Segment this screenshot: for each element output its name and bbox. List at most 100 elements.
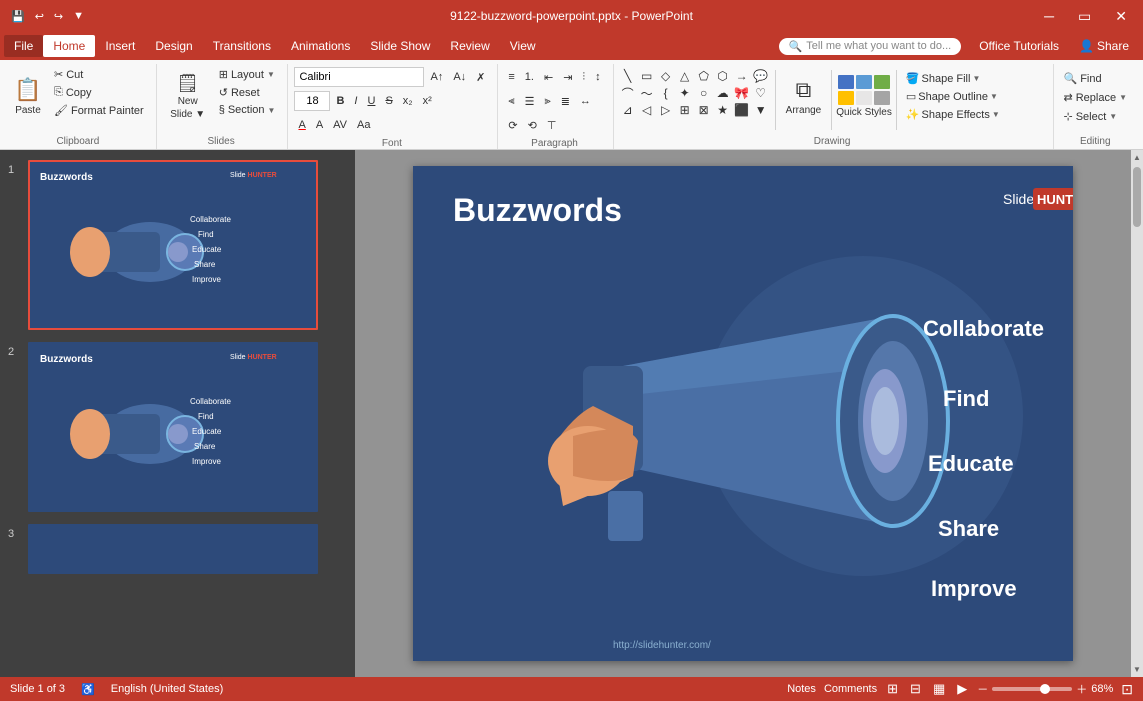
shape-callout-icon[interactable]: 💬 bbox=[753, 68, 769, 84]
scroll-up-button[interactable]: ▲ bbox=[1130, 150, 1143, 165]
vertical-scrollbar[interactable]: ▲ ▼ bbox=[1131, 150, 1143, 677]
view-slideshow-button[interactable]: ▶ bbox=[955, 679, 969, 699]
char-spacing-button[interactable]: AV bbox=[329, 118, 351, 132]
italic-button[interactable]: I bbox=[350, 94, 361, 108]
shape-extra6-icon[interactable]: ★ bbox=[715, 102, 731, 118]
align-left-button[interactable]: ⫷ bbox=[504, 94, 518, 109]
slide-thumbnail-2[interactable]: 2 Buzzwords Slide HUNTER Collaborate Fin… bbox=[4, 340, 351, 514]
replace-button[interactable]: ⇄ Replace ▼ bbox=[1060, 89, 1132, 106]
line-spacing-button[interactable]: ↕ bbox=[591, 70, 605, 84]
shape-extra2-icon[interactable]: ◁ bbox=[639, 102, 655, 118]
quick-style-5[interactable] bbox=[856, 91, 872, 105]
quick-style-2[interactable] bbox=[856, 75, 872, 89]
scroll-thumb[interactable] bbox=[1133, 167, 1141, 227]
slide-thumb-image-2[interactable]: Buzzwords Slide HUNTER Collaborate Find … bbox=[28, 342, 318, 512]
view-normal-button[interactable]: ⊞ bbox=[885, 679, 900, 699]
zoom-slider[interactable] bbox=[992, 687, 1072, 691]
menu-item-home[interactable]: Home bbox=[43, 35, 95, 57]
restore-button[interactable]: ▭ bbox=[1070, 6, 1099, 27]
menu-item-design[interactable]: Design bbox=[145, 35, 202, 57]
scroll-down-button[interactable]: ▼ bbox=[1130, 662, 1143, 677]
shape-triangle-icon[interactable]: △ bbox=[677, 68, 693, 84]
reset-button[interactable]: ↺ Reset bbox=[215, 84, 280, 101]
zoom-in-button[interactable]: ＋ bbox=[1076, 681, 1087, 697]
font-color-button[interactable]: A bbox=[294, 118, 309, 132]
align-right-button[interactable]: ⫸ bbox=[540, 94, 554, 109]
shape-heart-icon[interactable]: ♡ bbox=[753, 85, 769, 101]
menu-item-animations[interactable]: Animations bbox=[281, 35, 360, 57]
shape-star-icon[interactable]: ✦ bbox=[677, 85, 693, 101]
strikethrough-button[interactable]: S bbox=[381, 94, 396, 108]
menu-item-file[interactable]: File bbox=[4, 35, 43, 57]
find-button[interactable]: 🔍 Find bbox=[1060, 70, 1132, 87]
quick-styles-label[interactable]: Quick Styles bbox=[836, 107, 892, 118]
format-painter-button[interactable]: 🖌 Format Painter bbox=[50, 102, 148, 119]
share-button[interactable]: 👤 Share bbox=[1069, 35, 1139, 57]
shape-extra4-icon[interactable]: ⊞ bbox=[677, 102, 693, 118]
subscript-button[interactable]: x₂ bbox=[399, 94, 417, 108]
redo-icon[interactable]: ↪ bbox=[51, 8, 66, 25]
slide-thumb-image-1[interactable]: Buzzwords Slide HUNTER Collaborate Find … bbox=[28, 160, 318, 330]
new-slide-button[interactable]: 🗒 New Slide ▼ bbox=[163, 66, 213, 126]
bullets-button[interactable]: ≡ bbox=[504, 70, 518, 84]
menu-item-insert[interactable]: Insert bbox=[95, 35, 145, 57]
shape-circle-icon[interactable]: ○ bbox=[696, 85, 712, 101]
font-size-increase-button[interactable]: A↑ bbox=[426, 70, 447, 84]
menu-item-transitions[interactable]: Transitions bbox=[203, 35, 281, 57]
text-direction-button[interactable]: ⟲ bbox=[524, 118, 541, 133]
section-button[interactable]: § Section ▼ bbox=[215, 102, 280, 118]
shape-outline-button[interactable]: ▭ Shape Outline ▼ bbox=[901, 88, 1005, 105]
menu-item-slideshow[interactable]: Slide Show bbox=[360, 35, 440, 57]
smartart-convert-button[interactable]: ⟳ bbox=[504, 118, 521, 133]
superscript-button[interactable]: x² bbox=[419, 94, 436, 108]
customize-quick-access-icon[interactable]: ▼ bbox=[70, 8, 87, 24]
slide-thumbnail-1[interactable]: 1 Buzzwords Slide HUNTER Collaborate Fin… bbox=[4, 158, 351, 332]
layout-button[interactable]: ⊞ Layout ▼ bbox=[215, 66, 280, 83]
menu-item-view[interactable]: View bbox=[500, 35, 546, 57]
font-name-input[interactable] bbox=[294, 67, 424, 87]
shape-extra8-icon[interactable]: ▼ bbox=[753, 102, 769, 118]
quick-style-3[interactable] bbox=[874, 75, 890, 89]
shape-effects-button[interactable]: ✨ Shape Effects ▼ bbox=[901, 106, 1005, 123]
shape-diamond-icon[interactable]: ◇ bbox=[658, 68, 674, 84]
notes-button[interactable]: Notes bbox=[787, 683, 816, 695]
fit-slide-button[interactable]: ⊡ bbox=[1121, 681, 1133, 698]
shape-cloud-icon[interactable]: ☁ bbox=[715, 85, 731, 101]
shape-arc-icon[interactable]: ⌒ bbox=[620, 85, 636, 101]
numbering-button[interactable]: 1. bbox=[521, 70, 538, 84]
shape-fill-button[interactable]: 🪣 Shape Fill ▼ bbox=[901, 70, 1005, 87]
save-icon[interactable]: 💾 bbox=[8, 8, 28, 25]
shape-extra3-icon[interactable]: ▷ bbox=[658, 102, 674, 118]
shape-rect-icon[interactable]: ▭ bbox=[639, 68, 655, 84]
indent-more-button[interactable]: ⇥ bbox=[559, 70, 576, 85]
menu-item-review[interactable]: Review bbox=[440, 35, 499, 57]
underline-button[interactable]: U bbox=[363, 94, 379, 108]
minimize-button[interactable]: ─ bbox=[1036, 6, 1062, 26]
shape-hexagon-icon[interactable]: ⬡ bbox=[715, 68, 731, 84]
clear-formatting-button[interactable]: ✗ bbox=[472, 70, 489, 85]
office-tutorials-button[interactable]: Office Tutorials bbox=[969, 35, 1069, 57]
shape-ribbon-icon[interactable]: 🎀 bbox=[734, 85, 750, 101]
rtl-button[interactable]: ↔ bbox=[576, 94, 595, 108]
indent-less-button[interactable]: ⇤ bbox=[540, 70, 557, 85]
shape-extra5-icon[interactable]: ⊠ bbox=[696, 102, 712, 118]
cut-button[interactable]: ✂ Cut bbox=[50, 66, 148, 83]
columns-button[interactable]: ⫶ bbox=[578, 70, 589, 85]
slide-thumbnail-3[interactable]: 3 bbox=[4, 522, 351, 576]
accessibility-icon[interactable]: ♿ bbox=[81, 683, 95, 696]
shape-extra7-icon[interactable]: ⬛ bbox=[734, 102, 750, 118]
quick-style-1[interactable] bbox=[838, 75, 854, 89]
paste-button[interactable]: 📋 Paste bbox=[8, 66, 48, 126]
close-button[interactable]: ✕ bbox=[1107, 6, 1135, 27]
shape-extra1-icon[interactable]: ⊿ bbox=[620, 102, 636, 118]
arrange-button[interactable]: ⧉ Arrange bbox=[780, 66, 828, 126]
align-center-button[interactable]: ☰ bbox=[521, 94, 539, 109]
shape-line-icon[interactable]: ╲ bbox=[620, 68, 636, 84]
bold-button[interactable]: B bbox=[332, 94, 348, 108]
comments-button[interactable]: Comments bbox=[824, 683, 877, 695]
align-text-button[interactable]: ⊤ bbox=[543, 118, 561, 133]
quick-style-6[interactable] bbox=[874, 91, 890, 105]
font-size-input[interactable] bbox=[294, 91, 330, 111]
change-case-button[interactable]: Aa bbox=[353, 118, 374, 132]
shape-brace-icon[interactable]: { bbox=[658, 85, 674, 101]
